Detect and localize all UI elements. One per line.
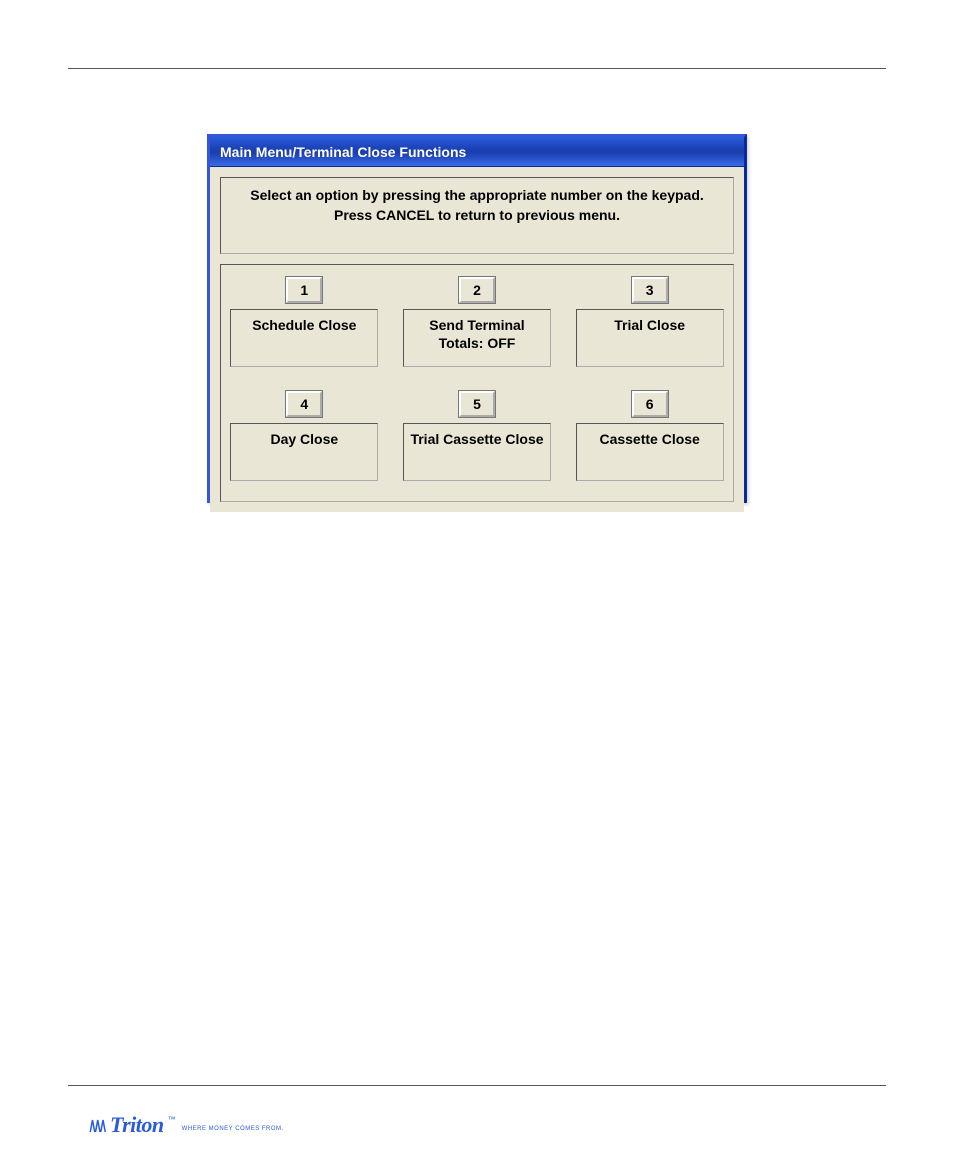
option-day-close: 4 Day Close — [230, 391, 378, 481]
option-trial-cassette-close: 5 Trial Cassette Close — [403, 391, 551, 481]
option-label-schedule-close: Schedule Close — [230, 309, 378, 367]
option-label-send-terminal-totals: Send Terminal Totals: OFF — [403, 309, 551, 367]
footer-brand: Triton ™ WHERE MONEY COMES FROM. — [88, 1112, 284, 1138]
prompt-panel: Select an option by pressing the appropr… — [220, 177, 734, 254]
keypad-button-4[interactable]: 4 — [286, 391, 322, 417]
page-top-rule — [68, 68, 886, 69]
option-send-terminal-totals: 2 Send Terminal Totals: OFF — [403, 277, 551, 367]
brand-name: Triton — [110, 1112, 164, 1138]
option-label-day-close: Day Close — [230, 423, 378, 481]
keypad-button-1[interactable]: 1 — [286, 277, 322, 303]
trademark-symbol: ™ — [168, 1115, 176, 1124]
option-schedule-close: 1 Schedule Close — [230, 277, 378, 367]
keypad-button-2[interactable]: 2 — [459, 277, 495, 303]
option-trial-close: 3 Trial Close — [576, 277, 724, 367]
option-label-cassette-close: Cassette Close — [576, 423, 724, 481]
option-label-trial-cassette-close: Trial Cassette Close — [403, 423, 551, 481]
option-cassette-close: 6 Cassette Close — [576, 391, 724, 481]
triton-logo-icon — [88, 1117, 106, 1135]
window-titlebar: Main Menu/Terminal Close Functions — [210, 137, 744, 167]
keypad-button-6[interactable]: 6 — [632, 391, 668, 417]
keypad-button-5[interactable]: 5 — [459, 391, 495, 417]
prompt-line-1: Select an option by pressing the appropr… — [229, 186, 725, 206]
options-panel: 1 Schedule Close 2 Send Terminal Totals:… — [220, 264, 734, 502]
window-title: Main Menu/Terminal Close Functions — [220, 144, 466, 160]
page-bottom-rule — [68, 1085, 886, 1086]
option-label-trial-close: Trial Close — [576, 309, 724, 367]
window-content: Select an option by pressing the appropr… — [210, 167, 744, 512]
terminal-window: Main Menu/Terminal Close Functions Selec… — [207, 134, 747, 503]
prompt-line-2: Press CANCEL to return to previous menu. — [229, 206, 725, 226]
keypad-button-3[interactable]: 3 — [632, 277, 668, 303]
brand-tagline: WHERE MONEY COMES FROM. — [182, 1126, 284, 1132]
